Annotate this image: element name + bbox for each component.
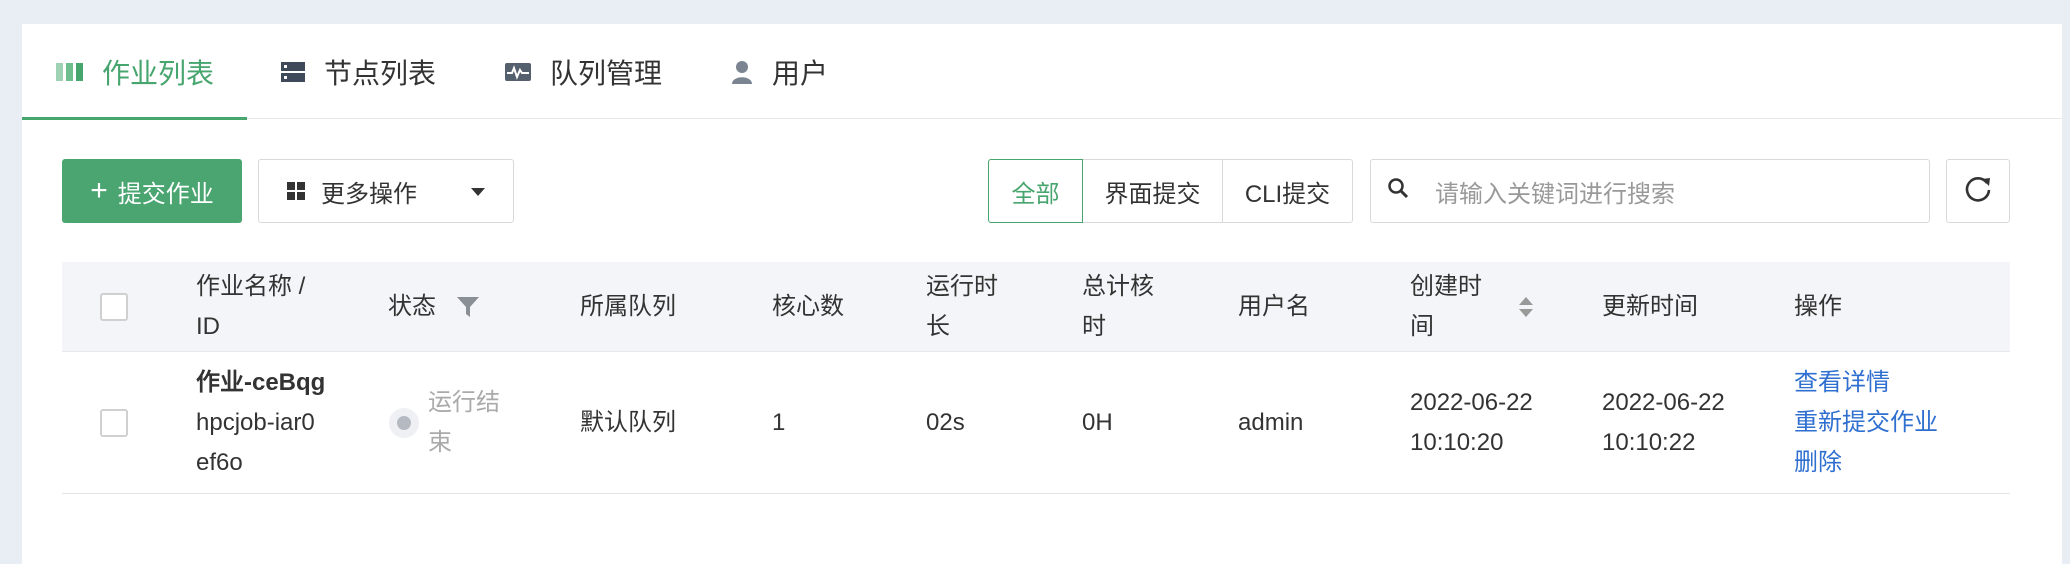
tab-bar: 作业列表 节点列表 队列管理 用户	[22, 24, 2062, 120]
submit-job-label: 提交作业	[117, 180, 214, 208]
filter-icon[interactable]	[456, 295, 480, 319]
header-runtime: 运行时 长	[926, 262, 998, 352]
plus-icon: +	[90, 174, 108, 207]
filter-ui-label: 界面提交	[1104, 180, 1201, 208]
resubmit-job-link[interactable]: 重新提交作业	[1794, 403, 1938, 443]
header-queue: 所属队列	[580, 293, 676, 320]
created-cell: 2022-06-22 10:10:20	[1410, 352, 1533, 494]
bars-icon	[56, 61, 84, 83]
filter-cli-submit[interactable]: CLI提交	[1222, 159, 1353, 223]
header-created[interactable]: 创建时 间	[1410, 262, 1534, 352]
job-id-line2: ef6o	[196, 449, 243, 476]
actions-cell: 查看详情 重新提交作业 删除	[1794, 352, 1938, 494]
active-tab-indicator	[22, 117, 247, 120]
runtime-cell: 02s	[926, 409, 965, 436]
status-cell: 运行结 束	[388, 352, 500, 494]
header-actions: 操作	[1794, 293, 1842, 320]
created-date: 2022-06-22	[1410, 389, 1533, 416]
table-header: 作业名称 / ID 状态 所属队列 核心数 运行时 长 总计核 时 用户名 创建…	[62, 262, 2010, 352]
filter-all[interactable]: 全部	[988, 159, 1083, 223]
chevron-down-icon	[471, 188, 485, 196]
tab-label: 节点列表	[324, 57, 437, 89]
header-name: 作业名称 / ID	[196, 262, 305, 352]
status-dot-icon	[388, 407, 420, 439]
refresh-button[interactable]	[1946, 159, 2010, 223]
tab-label: 用户	[772, 57, 829, 89]
filter-all-label: 全部	[1011, 180, 1060, 208]
header-user: 用户名	[1238, 293, 1310, 320]
user-cell: admin	[1238, 409, 1304, 436]
header-updated: 更新时间	[1602, 293, 1698, 320]
header-core-hours: 总计核 时	[1082, 262, 1154, 352]
search-placeholder: 请输入关键词进行搜索	[1435, 180, 1675, 208]
table-row: 作业-ceBqg hpcjob-iar0 ef6o 运行结 束 默认队列 1 0…	[62, 352, 2010, 494]
view-details-link[interactable]: 查看详情	[1794, 363, 1938, 403]
filter-cli-label: CLI提交	[1244, 180, 1331, 208]
tab-label: 队列管理	[550, 57, 663, 89]
tab-label: 作业列表	[102, 57, 215, 89]
tab-jobs[interactable]: 作业列表	[56, 24, 214, 119]
delete-link[interactable]: 删除	[1794, 443, 1938, 483]
server-icon	[280, 61, 306, 83]
job-panel: 作业列表 节点列表 队列管理 用户 + 提交作业 更多操作 全部 界面提交 CL…	[22, 24, 2062, 564]
filter-ui-submit[interactable]: 界面提交	[1082, 159, 1223, 223]
header-runtime-line2: 长	[926, 313, 950, 340]
queue-cell: 默认队列	[580, 409, 676, 436]
job-name-cell: 作业-ceBqg hpcjob-iar0 ef6o	[196, 352, 325, 494]
pulse-icon	[504, 61, 532, 83]
user-icon	[730, 60, 754, 84]
grid-icon	[287, 182, 305, 200]
sort-icon[interactable]	[1518, 296, 1534, 318]
search-input[interactable]: 请输入关键词进行搜索	[1370, 159, 1930, 223]
select-all-checkbox[interactable]	[100, 293, 128, 321]
header-name-line2: ID	[196, 313, 220, 340]
search-icon	[1387, 177, 1409, 206]
created-time: 10:10:20	[1410, 429, 1504, 456]
tab-queues[interactable]: 队列管理	[504, 24, 662, 119]
tab-nodes[interactable]: 节点列表	[280, 24, 436, 119]
more-actions-label: 更多操作	[321, 180, 417, 208]
updated-date: 2022-06-22	[1602, 389, 1725, 416]
header-name-line1: 作业名称 /	[196, 273, 306, 300]
cores-cell: 1	[772, 409, 786, 436]
status-text-line2: 束	[428, 429, 452, 456]
header-status-label: 状态	[388, 293, 436, 320]
refresh-icon	[1963, 173, 1993, 210]
header-cores: 核心数	[772, 293, 844, 320]
status-text-line1: 运行结	[428, 389, 500, 416]
tab-users[interactable]: 用户	[730, 24, 828, 119]
header-status: 状态	[388, 262, 480, 352]
submit-job-button[interactable]: + 提交作业	[62, 159, 242, 223]
row-checkbox[interactable]	[100, 409, 128, 437]
header-created-line2: 间	[1410, 313, 1434, 340]
core-hours-cell: 0H	[1082, 409, 1113, 436]
header-core-hours-line2: 时	[1082, 313, 1106, 340]
updated-time: 10:10:22	[1602, 429, 1696, 456]
header-core-hours-line1: 总计核	[1082, 273, 1154, 300]
header-created-line1: 创建时	[1410, 273, 1482, 300]
header-runtime-line1: 运行时	[926, 273, 998, 300]
job-name[interactable]: 作业-ceBqg	[196, 363, 325, 403]
updated-cell: 2022-06-22 10:10:22	[1602, 352, 1725, 494]
job-id-line1: hpcjob-iar0	[196, 409, 315, 436]
more-actions-dropdown[interactable]: 更多操作	[258, 159, 514, 223]
